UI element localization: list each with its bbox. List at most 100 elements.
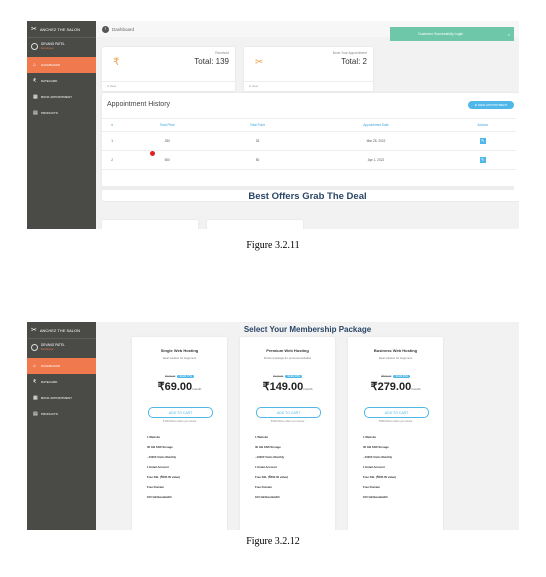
plan-price: ₹279.00 xyxy=(370,381,412,393)
plan-name: Premium Web Hosting xyxy=(266,348,309,353)
feature-item: 1 Website xyxy=(255,435,269,439)
calendar-icon: ▦ xyxy=(33,94,38,100)
feature-item: 1 Email Account xyxy=(147,465,169,469)
membership-screenshot: ✂ ANCHEZ THE SALON DEVANG PATEL Employee… xyxy=(27,322,519,530)
new-appointment-button[interactable]: ⊕ NEW APPOINTMENT xyxy=(468,101,514,109)
feature-item: 1 Email Account xyxy=(363,465,385,469)
sidebar-item-products[interactable]: ▤ PRODUCTS xyxy=(27,105,96,121)
table-cell: 50 xyxy=(212,150,303,170)
save-badge: SAVE 40% xyxy=(285,375,302,378)
offer-card xyxy=(207,220,303,229)
sidebar-item-label: PRODUCTS xyxy=(41,412,58,416)
table-cell: ✎ xyxy=(449,131,516,151)
price-period: /month xyxy=(192,387,202,391)
received-stat-card: ₹ Received Total: 139 ● View xyxy=(102,47,235,91)
main-content: Select Your Membership Package Single We… xyxy=(96,322,519,530)
table-cell: 1 xyxy=(102,131,123,151)
table-cell: 250 xyxy=(122,131,213,151)
column-header: Total Point xyxy=(212,118,303,132)
brand: ✂ ANCHEZ THE SALON xyxy=(27,21,96,38)
sidebar-item-label: DATECARD xyxy=(41,380,58,384)
sidebar-nav: ⌂ DASHBOARD ₹ DATECARD ▦ BOOK APPOINTMEN… xyxy=(27,57,96,121)
offer-card xyxy=(102,220,198,229)
feature-item: Free Domain xyxy=(255,485,272,489)
old-price: ₹109.00 xyxy=(165,374,176,378)
avatar xyxy=(31,42,38,50)
renew-note: ₹599.00/mo when you renew xyxy=(378,420,413,423)
old-price-row: ₹249.00 SAVE 40% xyxy=(240,374,335,378)
old-price: ₹249.00 xyxy=(273,374,284,378)
feature-item: Free Domain xyxy=(147,485,164,489)
sidebar-item-label: PRODUCTS xyxy=(41,111,58,115)
horizontal-scrollbar[interactable] xyxy=(102,186,514,190)
plan-card-premium: Premium Web Hosting Perfect package for … xyxy=(240,337,335,530)
feature-item: 30 GB SSD Storage xyxy=(147,445,173,449)
renew-note: ₹249.00/mo when you renew xyxy=(270,420,305,423)
column-header: # xyxy=(102,118,123,132)
offers-heading: Best Offers Grab The Deal xyxy=(248,191,367,202)
save-badge: SAVE 53% xyxy=(393,375,410,378)
edit-icon[interactable]: ✎ xyxy=(479,157,486,163)
stat-total: Total: 139 xyxy=(194,57,229,66)
brand-name: ANCHEZ THE SALON xyxy=(39,26,81,32)
sidebar-item-dashboard[interactable]: ⌂ DASHBOARD xyxy=(27,57,96,73)
column-header: Total Price xyxy=(122,118,213,132)
sidebar-item-datecard[interactable]: ₹ DATECARD xyxy=(27,73,96,89)
price-period: /month xyxy=(411,387,421,391)
sidebar-item-book-appointment[interactable]: ▦ BOOK APPOINTMENT xyxy=(27,89,96,105)
add-to-cart-button[interactable]: ADD TO CART xyxy=(364,407,429,418)
add-to-cart-button[interactable]: ADD TO CART xyxy=(256,407,321,418)
plan-name: Single Web Hosting xyxy=(160,348,199,353)
back-arrow-icon[interactable]: ‹ xyxy=(102,25,109,33)
main-content: ‹ Dashboard Customer Successfully Login … xyxy=(96,21,519,229)
success-toast: Customer Successfully Login × xyxy=(390,27,514,41)
user-profile[interactable]: DEVANG PATEL Employee xyxy=(27,339,96,355)
appointment-stat-card: ✂ Book Your Appointment Total: 2 ● View xyxy=(244,47,373,91)
scissors-icon: ✂ xyxy=(255,57,264,68)
stat-label: Received xyxy=(215,51,229,55)
sidebar-item-label: DASHBOARD xyxy=(41,364,61,368)
sidebar-item-dashboard[interactable]: ⌂ DASHBOARD xyxy=(27,358,96,374)
view-label: View xyxy=(109,84,117,88)
home-icon: ⌂ xyxy=(33,363,37,369)
save-badge: SAVE 77% xyxy=(177,375,194,378)
home-icon: ⌂ xyxy=(33,62,37,68)
sidebar-item-datecard[interactable]: ₹ DATECARD xyxy=(27,374,96,390)
table-row: 1 250 25 Mar 25, 2022 ✎ xyxy=(102,131,516,151)
feature-item: ~10000 Visits Monthly xyxy=(255,455,285,459)
feature-item: ~10000 Visits Monthly xyxy=(363,455,393,459)
close-icon[interactable]: × xyxy=(508,32,510,37)
sidebar-item-book-appointment[interactable]: ▦ BOOK APPOINTMENT xyxy=(27,390,96,406)
table-cell: 25 xyxy=(212,131,303,151)
plan-price-row: ₹69.00/month xyxy=(132,380,227,393)
old-price-row: ₹599.00 SAVE 53% xyxy=(348,374,443,378)
price-period: /month xyxy=(303,387,313,391)
user-role: Employee xyxy=(41,46,54,50)
view-link[interactable]: ● View xyxy=(107,84,116,88)
add-to-cart-button[interactable]: ADD TO CART xyxy=(148,407,213,418)
table-cell: 500 xyxy=(122,150,213,170)
feature-item: ~10000 Visits Monthly xyxy=(147,455,177,459)
breadcrumb: Dashboard xyxy=(112,26,135,32)
scissors-logo-icon: ✂ xyxy=(31,26,37,33)
view-link[interactable]: ● View xyxy=(249,84,258,88)
feature-list: 1 Website 30 GB SSD Storage ~10000 Visit… xyxy=(363,435,396,505)
divider xyxy=(102,81,235,82)
stat-total: Total: 2 xyxy=(341,57,367,66)
sidebar: ✂ ANCHEZ THE SALON DEVANG PATEL Employee… xyxy=(27,322,96,530)
rupee-icon: ₹ xyxy=(33,379,37,385)
edit-icon[interactable]: ✎ xyxy=(479,138,486,144)
calendar-icon: ▦ xyxy=(33,395,38,401)
divider xyxy=(244,81,373,82)
sidebar-item-products[interactable]: ▤ PRODUCTS xyxy=(27,406,96,422)
feature-item: Free SSL (₹800.00 value) xyxy=(363,475,396,479)
products-icon: ▤ xyxy=(33,411,38,417)
cursor-dot xyxy=(150,151,155,156)
plan-card-single: Single Web Hosting Ideal solution for be… xyxy=(132,337,227,530)
user-profile[interactable]: DEVANG PATEL Employee xyxy=(27,38,96,54)
feature-list: 1 Website 30 GB SSD Storage ~10000 Visit… xyxy=(255,435,288,505)
feature-list: 1 Website 30 GB SSD Storage ~10000 Visit… xyxy=(147,435,180,505)
plan-subtitle: Perfect package for personal websites xyxy=(263,356,312,360)
column-header: Appointment Date xyxy=(302,118,450,132)
sidebar-item-label: DASHBOARD xyxy=(41,63,61,67)
